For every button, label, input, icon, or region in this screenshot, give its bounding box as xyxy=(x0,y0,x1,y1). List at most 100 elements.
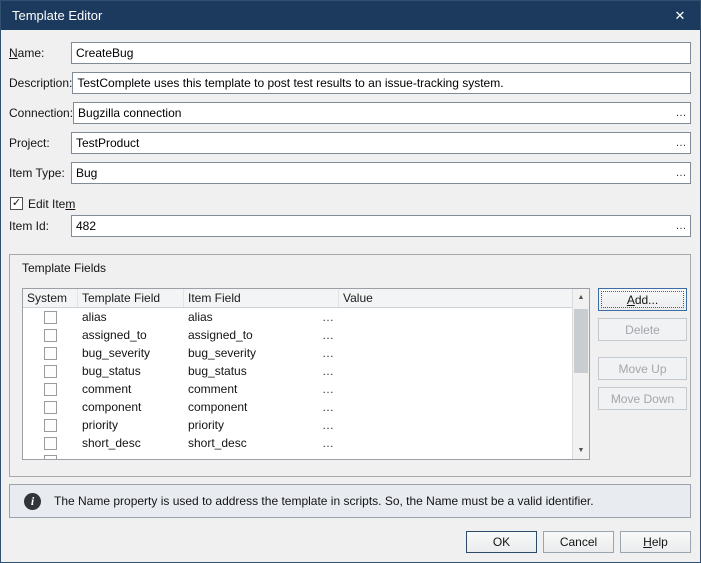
edit-item-checkbox[interactable]: ✓ xyxy=(10,197,23,210)
row-checkbox[interactable] xyxy=(44,383,57,396)
item-field-browse-button[interactable]: … xyxy=(322,310,335,324)
close-button[interactable]: ✕ xyxy=(668,4,692,28)
cancel-button[interactable]: Cancel xyxy=(543,531,614,553)
item-field-browse-button[interactable]: … xyxy=(322,328,335,342)
description-row: Description: xyxy=(9,72,691,94)
row-checkbox[interactable] xyxy=(44,329,57,342)
project-browse-button[interactable]: … xyxy=(672,133,690,153)
system-cell xyxy=(23,455,78,460)
connection-browse-button[interactable]: … xyxy=(672,103,690,123)
template-fields-caption: Template Fields xyxy=(22,261,687,276)
system-cell xyxy=(23,437,78,450)
item-type-input[interactable] xyxy=(72,163,672,183)
template-field-cell: comment xyxy=(78,382,184,396)
column-header-value: Value xyxy=(339,289,572,307)
project-row: Project: … xyxy=(9,132,691,154)
template-fields-buttons: Add... Delete Move Up Move Down xyxy=(598,288,687,417)
row-checkbox[interactable] xyxy=(44,347,57,360)
add-button[interactable]: Add... xyxy=(598,288,687,311)
table-row[interactable]: bug_status bug_status… xyxy=(23,362,572,380)
template-field-cell: bug_status xyxy=(78,364,184,378)
template-field-cell: alias xyxy=(78,310,184,324)
item-field-browse-button[interactable]: … xyxy=(322,400,335,414)
project-field: … xyxy=(71,132,691,154)
window-title: Template Editor xyxy=(12,8,668,23)
item-field-cell: bug_severity… xyxy=(184,346,339,360)
template-field-cell: short_desc xyxy=(78,436,184,450)
item-field-cell: component… xyxy=(184,400,339,414)
table-row[interactable]: comment comment… xyxy=(23,380,572,398)
info-bar: i The Name property is used to address t… xyxy=(9,484,691,518)
connection-field: … xyxy=(73,102,691,124)
close-icon: ✕ xyxy=(675,8,686,24)
item-type-label: Item Type: xyxy=(9,166,71,180)
item-field-cell: … xyxy=(184,454,339,459)
item-field-browse-button[interactable]: … xyxy=(322,436,335,450)
table-row[interactable]: … xyxy=(23,452,572,459)
name-field xyxy=(71,42,691,64)
connection-input[interactable] xyxy=(74,103,672,123)
row-checkbox[interactable] xyxy=(44,311,57,324)
table-row[interactable]: assigned_to assigned_to… xyxy=(23,326,572,344)
item-field-browse-button[interactable]: … xyxy=(322,346,335,360)
row-checkbox[interactable] xyxy=(44,419,57,432)
row-checkbox[interactable] xyxy=(44,437,57,450)
item-type-field: … xyxy=(71,162,691,184)
row-checkbox[interactable] xyxy=(44,455,57,460)
item-field-browse-button[interactable]: … xyxy=(322,382,335,396)
template-editor-dialog: Template Editor ✕ Name: Description: Con… xyxy=(0,0,701,563)
table-scrollbar[interactable]: ▲ ▼ xyxy=(572,289,589,459)
column-header-item-field: Item Field xyxy=(184,289,339,307)
table-row[interactable]: short_desc short_desc… xyxy=(23,434,572,452)
template-field-cell: priority xyxy=(78,418,184,432)
item-field-cell: alias… xyxy=(184,310,339,324)
scroll-down-icon[interactable]: ▼ xyxy=(573,442,589,459)
item-id-input[interactable] xyxy=(72,216,672,236)
move-up-button[interactable]: Move Up xyxy=(598,357,687,380)
dialog-body: Name: Description: Connection: … Project… xyxy=(1,30,700,562)
system-cell xyxy=(23,401,78,414)
scroll-up-icon[interactable]: ▲ xyxy=(573,289,589,306)
item-id-browse-button[interactable]: … xyxy=(672,216,690,236)
item-field-browse-button[interactable]: … xyxy=(322,418,335,432)
item-field-cell: priority… xyxy=(184,418,339,432)
connection-row: Connection: … xyxy=(9,102,691,124)
project-input[interactable] xyxy=(72,133,672,153)
table-row[interactable]: bug_severity bug_severity… xyxy=(23,344,572,362)
table-row[interactable]: component component… xyxy=(23,398,572,416)
item-id-row: Item Id: … xyxy=(9,215,691,237)
name-label: Name: xyxy=(9,46,71,60)
delete-button[interactable]: Delete xyxy=(598,318,687,341)
scrollbar-track[interactable] xyxy=(573,306,589,442)
info-text: The Name property is used to address the… xyxy=(54,494,594,508)
name-row: Name: xyxy=(9,42,691,64)
column-header-template-field: Template Field xyxy=(78,289,184,307)
table-row[interactable]: alias alias… xyxy=(23,308,572,326)
item-field-browse-button[interactable]: … xyxy=(322,454,335,459)
connection-label: Connection: xyxy=(9,106,73,120)
item-field-cell: short_desc… xyxy=(184,436,339,450)
description-field xyxy=(72,72,691,94)
move-down-button[interactable]: Move Down xyxy=(598,387,687,410)
edit-item-label[interactable]: Edit Item xyxy=(28,197,75,211)
scrollbar-thumb[interactable] xyxy=(574,309,588,373)
item-field-browse-button[interactable]: … xyxy=(322,364,335,378)
title-bar[interactable]: Template Editor ✕ xyxy=(1,1,700,30)
system-cell xyxy=(23,365,78,378)
description-input[interactable] xyxy=(73,73,690,93)
item-type-browse-button[interactable]: … xyxy=(672,163,690,183)
project-label: Project: xyxy=(9,136,71,150)
row-checkbox[interactable] xyxy=(44,401,57,414)
table-row[interactable]: priority priority… xyxy=(23,416,572,434)
ok-button[interactable]: OK xyxy=(466,531,537,553)
footer-buttons: OK Cancel Help xyxy=(9,531,691,553)
item-field-cell: comment… xyxy=(184,382,339,396)
edit-item-row: ✓ Edit Item xyxy=(10,196,691,211)
row-checkbox[interactable] xyxy=(44,365,57,378)
item-id-field: … xyxy=(71,215,691,237)
help-button[interactable]: Help xyxy=(620,531,691,553)
template-field-cell: bug_severity xyxy=(78,346,184,360)
name-input[interactable] xyxy=(72,43,690,63)
template-field-cell: component xyxy=(78,400,184,414)
item-field-cell: bug_status… xyxy=(184,364,339,378)
